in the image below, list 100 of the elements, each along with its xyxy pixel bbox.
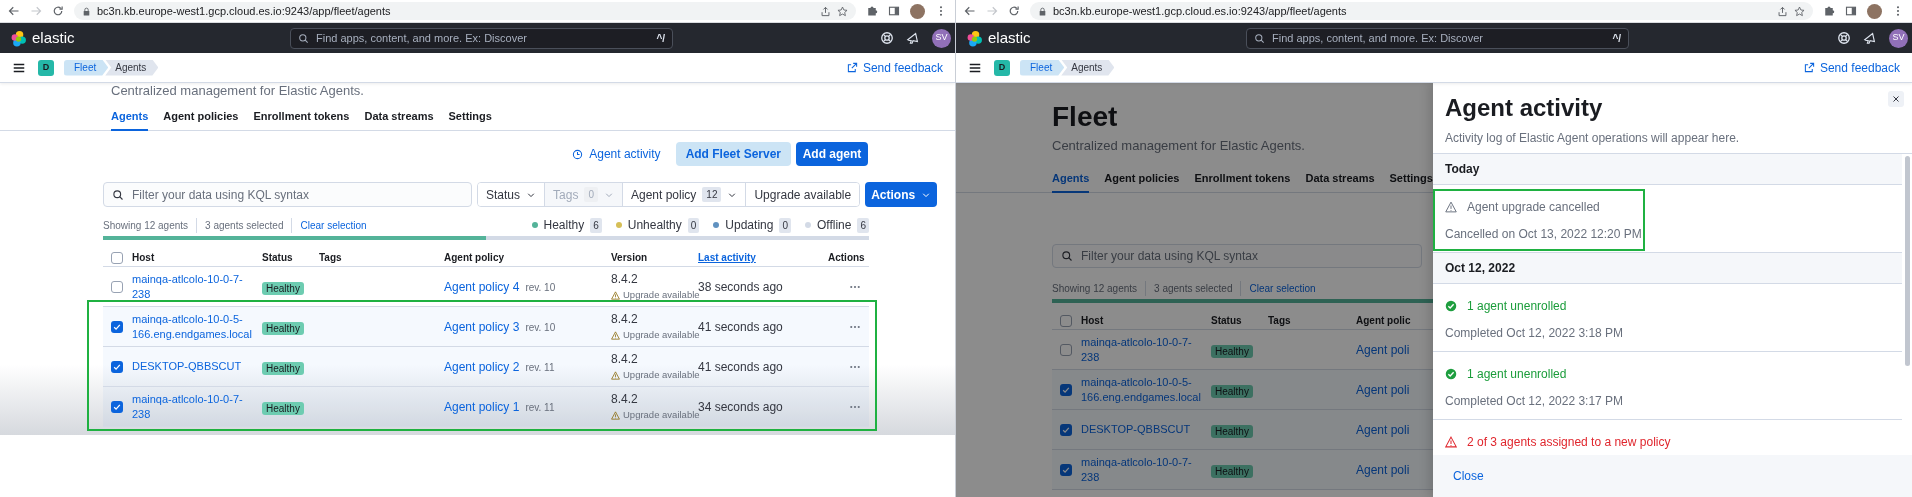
profile-avatar[interactable] bbox=[1867, 3, 1882, 19]
host-link[interactable]: DESKTOP-QBBSCUT bbox=[1081, 422, 1207, 437]
breadcrumb[interactable]: Agents bbox=[105, 59, 159, 76]
back-icon[interactable] bbox=[8, 5, 20, 17]
status-label: Updating bbox=[725, 217, 774, 234]
extensions-icon[interactable] bbox=[866, 5, 878, 17]
sidebar-icon[interactable] bbox=[1845, 5, 1857, 17]
tab[interactable]: Enrollment tokens bbox=[1194, 165, 1291, 193]
column-header: Version bbox=[611, 251, 649, 265]
search-field[interactable]: Find apps, content, and more. Ex: Discover ^/ bbox=[1246, 27, 1629, 49]
policy-link[interactable]: Agent policy 2 bbox=[444, 357, 520, 376]
policy-link[interactable]: Agent policy 3 bbox=[444, 317, 520, 336]
tab[interactable]: Settings bbox=[1389, 165, 1433, 193]
tab[interactable]: Settings bbox=[448, 103, 492, 131]
tab[interactable]: Data streams bbox=[364, 103, 434, 131]
checkbox[interactable] bbox=[111, 400, 123, 413]
user-avatar[interactable]: SV bbox=[932, 28, 951, 48]
page-subtitle: Centralized management for Elastic Agents. bbox=[111, 83, 364, 98]
column-header[interactable]: Last activity bbox=[698, 250, 828, 265]
column-header: Host bbox=[1081, 314, 1105, 328]
policy-link[interactable]: Agent poli bbox=[1356, 380, 1410, 399]
tab[interactable]: Agents bbox=[111, 103, 149, 131]
share-icon[interactable] bbox=[820, 5, 831, 17]
tab[interactable]: Agent policies bbox=[163, 103, 239, 131]
warning-icon bbox=[611, 371, 620, 380]
upgrade-notice: Upgrade available bbox=[623, 369, 700, 383]
share-icon[interactable] bbox=[1777, 5, 1788, 17]
logo-icon[interactable] bbox=[10, 29, 27, 47]
host-link[interactable]: mainqa-atlcolo-10-0-7-238 bbox=[1081, 334, 1207, 365]
policy-link[interactable]: Agent poli bbox=[1356, 340, 1410, 359]
add-agent-button[interactable]: Add agent bbox=[796, 142, 868, 166]
tab[interactable]: Agent policies bbox=[1104, 165, 1180, 193]
reload-icon[interactable] bbox=[1008, 5, 1020, 17]
search-field[interactable]: Filter your data using KQL syntax bbox=[1052, 244, 1422, 268]
user-avatar[interactable]: SV bbox=[1889, 28, 1908, 48]
search-icon bbox=[112, 188, 124, 201]
reload-icon[interactable] bbox=[52, 5, 64, 17]
host-link[interactable]: mainqa-atlcolo-10-0-7-238 bbox=[132, 391, 258, 422]
checkbox[interactable] bbox=[111, 360, 123, 373]
search-field[interactable]: Find apps, content, and more. Ex: Discover ^/ bbox=[290, 27, 673, 49]
checkbox[interactable] bbox=[1060, 343, 1072, 356]
help-icon[interactable] bbox=[1837, 31, 1851, 45]
tab[interactable]: Data streams bbox=[1305, 165, 1375, 193]
selection-count: 3 agents selected bbox=[1146, 280, 1242, 296]
agent-count: Showing 12 agents bbox=[1052, 280, 1147, 296]
host-link[interactable]: DESKTOP-QBBSCUT bbox=[132, 359, 258, 374]
sidebar-icon[interactable] bbox=[888, 5, 900, 17]
tab[interactable]: Enrollment tokens bbox=[253, 103, 350, 131]
tab[interactable]: Agents bbox=[1052, 165, 1090, 193]
clear-selection-link[interactable]: Clear selection bbox=[292, 217, 367, 233]
star-icon[interactable] bbox=[837, 5, 848, 17]
help-icon[interactable] bbox=[880, 31, 894, 45]
host-link[interactable]: mainqa-atlcolo-10-0-7-238 bbox=[1081, 454, 1207, 485]
actions-button[interactable]: Actions bbox=[865, 182, 938, 207]
address-bar[interactable]: bc3n.kb.europe-west1.gcp.cloud.es.io:9243/app/fleet/agents bbox=[74, 2, 856, 20]
host-link[interactable]: mainqa-atlcolo-10-0-5-166.eng.endgames.local bbox=[1081, 374, 1207, 405]
policy-link[interactable]: Agent poli bbox=[1356, 460, 1410, 479]
breadcrumb[interactable]: Fleet bbox=[1020, 59, 1065, 76]
space-avatar[interactable]: D bbox=[38, 59, 54, 76]
checkbox[interactable] bbox=[1060, 314, 1072, 327]
checkbox[interactable] bbox=[1060, 383, 1072, 396]
profile-avatar[interactable] bbox=[910, 3, 925, 19]
count-badge: 6 bbox=[857, 217, 869, 233]
megaphone-icon[interactable] bbox=[1863, 31, 1877, 45]
agent-activity-link[interactable]: Agent activity bbox=[572, 145, 661, 163]
extensions-icon[interactable] bbox=[1823, 5, 1835, 17]
address-bar[interactable]: bc3n.kb.europe-west1.gcp.cloud.es.io:9243/app/fleet/agents bbox=[1030, 2, 1813, 20]
count-badge: 6 bbox=[590, 217, 602, 233]
version-text: 8.4.2 bbox=[611, 311, 639, 329]
breadcrumb[interactable]: Agents bbox=[1061, 59, 1115, 76]
star-icon[interactable] bbox=[1794, 5, 1805, 17]
policy-link[interactable]: Agent policy 4 bbox=[444, 277, 520, 296]
search-field[interactable]: Filter your data using KQL syntax bbox=[103, 182, 472, 207]
logo-icon[interactable] bbox=[966, 29, 983, 47]
policy-link[interactable]: Agent poli bbox=[1356, 420, 1410, 439]
checkbox[interactable] bbox=[1060, 423, 1072, 436]
status-badge: Healthy bbox=[262, 321, 304, 335]
checkbox[interactable] bbox=[111, 280, 123, 293]
activity-title: Agent upgrade cancelled bbox=[1467, 199, 1600, 216]
add-fleet-server-button[interactable]: Add Fleet Server bbox=[675, 142, 791, 166]
close-link[interactable]: Close bbox=[1453, 467, 1484, 485]
page-title: Fleet bbox=[1051, 100, 1119, 134]
host-link[interactable]: mainqa-atlcolo-10-0-5-166.eng.endgames.local bbox=[132, 311, 258, 342]
close-button[interactable] bbox=[1888, 91, 1904, 107]
send-feedback-link[interactable]: Send feedback bbox=[846, 58, 943, 77]
status-label: Offline bbox=[816, 217, 852, 234]
checkbox[interactable] bbox=[111, 320, 123, 333]
back-icon[interactable] bbox=[964, 5, 976, 17]
filter-toggle[interactable]: Upgrade available bbox=[745, 183, 860, 206]
breadcrumb[interactable]: Fleet bbox=[64, 59, 109, 76]
clear-selection-link[interactable]: Clear selection bbox=[1241, 280, 1316, 296]
policy-link[interactable]: Agent policy 1 bbox=[444, 397, 520, 416]
close-icon bbox=[1891, 94, 1901, 104]
checkbox[interactable] bbox=[111, 251, 123, 264]
send-feedback-link[interactable]: Send feedback bbox=[1803, 58, 1900, 77]
space-avatar[interactable]: D bbox=[994, 59, 1010, 76]
checkbox[interactable] bbox=[1060, 463, 1072, 476]
megaphone-icon[interactable] bbox=[906, 31, 920, 45]
scroll-bar[interactable] bbox=[1905, 156, 1910, 366]
host-link[interactable]: mainqa-atlcolo-10-0-7-238 bbox=[132, 271, 258, 302]
